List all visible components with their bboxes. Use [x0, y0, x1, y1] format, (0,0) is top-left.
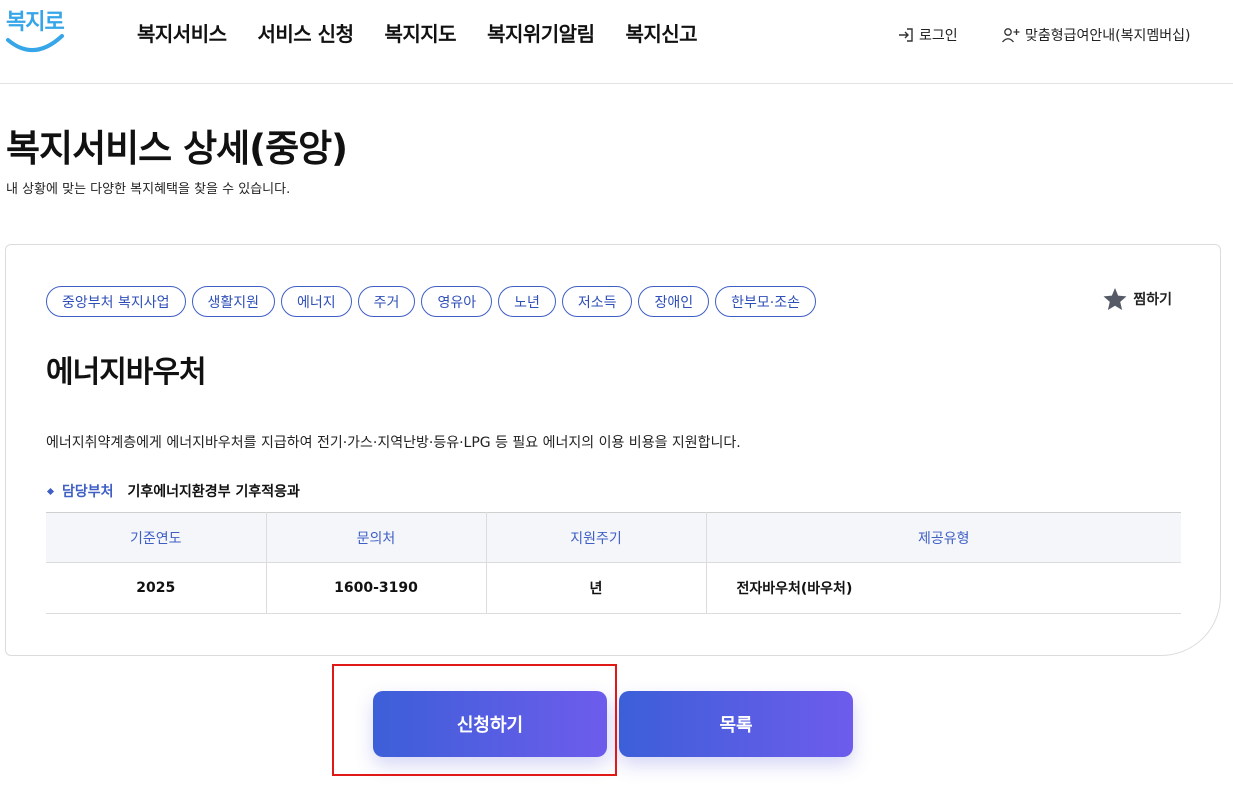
- highlight-box: [332, 664, 617, 776]
- tag-infant[interactable]: 영유아: [421, 286, 493, 317]
- list-button-label: 목록: [719, 715, 753, 736]
- site-header: 복지로 복지서비스 서비스 신청 복지지도 복지위기알림 복지신고 로그인 맞춤…: [0, 0, 1233, 84]
- cell-support-cycle: 년: [486, 562, 707, 614]
- tag-housing[interactable]: 주거: [357, 286, 416, 317]
- nav-item-welfare-map[interactable]: 복지지도: [384, 18, 456, 47]
- category-tags: 중앙부처 복지사업 생활지원 에너지 주거 영유아 노년 저소득 장애인 한부모…: [46, 286, 816, 317]
- nav-item-crisis-alert[interactable]: 복지위기알림: [487, 18, 595, 47]
- main-nav: 복지서비스 서비스 신청 복지지도 복지위기알림 복지신고: [137, 18, 728, 47]
- site-logo[interactable]: 복지로: [4, 4, 66, 56]
- tag-central-welfare[interactable]: 중앙부처 복지사업: [46, 286, 186, 317]
- login-icon: [899, 28, 913, 42]
- favorite-label: 찜하기: [1133, 292, 1172, 308]
- header-base-year: 기준연도: [46, 512, 267, 563]
- header-contact: 문의처: [266, 512, 487, 563]
- nav-item-welfare-service[interactable]: 복지서비스: [137, 18, 227, 47]
- diamond-bullet-icon: [46, 487, 55, 495]
- service-description: 에너지취약계층에게 에너지바우처를 지급하여 전기·가스·지역난방·등유·LPG…: [46, 435, 741, 451]
- membership-link[interactable]: 맞춤형급여안내(복지멤버십): [1001, 25, 1190, 45]
- nav-item-service-apply[interactable]: 서비스 신청: [258, 18, 354, 47]
- page-title: 복지서비스 상세(중앙): [6, 127, 348, 170]
- tag-energy[interactable]: 에너지: [281, 286, 352, 317]
- service-detail-card: 중앙부처 복지사업 생활지원 에너지 주거 영유아 노년 저소득 장애인 한부모…: [5, 244, 1221, 656]
- tag-low-income[interactable]: 저소득: [561, 286, 633, 317]
- list-button[interactable]: 목록: [619, 691, 853, 757]
- tag-disabled[interactable]: 장애인: [638, 286, 710, 317]
- favorite-button[interactable]: 찜하기: [1102, 287, 1172, 311]
- header-provision-type: 제공유형: [706, 512, 1181, 563]
- login-label: 로그인: [919, 28, 958, 44]
- membership-label: 맞춤형급여안내(복지멤버십): [1025, 28, 1191, 44]
- department-info: 담당부처 기후에너지환경부 기후적응과: [46, 481, 300, 501]
- department-value: 기후에너지환경부 기후적응과: [127, 484, 300, 500]
- service-info-table: 기준연도 문의처 지원주기 제공유형 2025 1600-3190 년 전자바우…: [46, 512, 1181, 614]
- nav-item-welfare-report[interactable]: 복지신고: [625, 18, 697, 47]
- cell-contact: 1600-3190: [266, 562, 487, 614]
- tag-living-support[interactable]: 생활지원: [191, 286, 276, 317]
- star-icon: [1103, 288, 1127, 310]
- page-description: 내 상황에 맞는 다양한 복지혜택을 찾을 수 있습니다.: [6, 182, 291, 197]
- tag-elderly[interactable]: 노년: [498, 286, 556, 317]
- service-title: 에너지바우처: [46, 355, 207, 390]
- cell-provision-type: 전자바우처(바우처): [706, 562, 1181, 614]
- table-header-row: 기준연도 문의처 지원주기 제공유형: [46, 512, 1181, 563]
- login-link[interactable]: 로그인: [897, 25, 958, 45]
- department-label: 담당부처: [62, 484, 114, 500]
- add-user-icon: [1002, 28, 1020, 43]
- table-row: 2025 1600-3190 년 전자바우처(바우처): [46, 562, 1181, 614]
- tag-single-parent[interactable]: 한부모·조손: [715, 286, 816, 317]
- header-support-cycle: 지원주기: [486, 512, 707, 563]
- cell-base-year: 2025: [46, 562, 267, 614]
- logo-smile-icon: [6, 34, 64, 53]
